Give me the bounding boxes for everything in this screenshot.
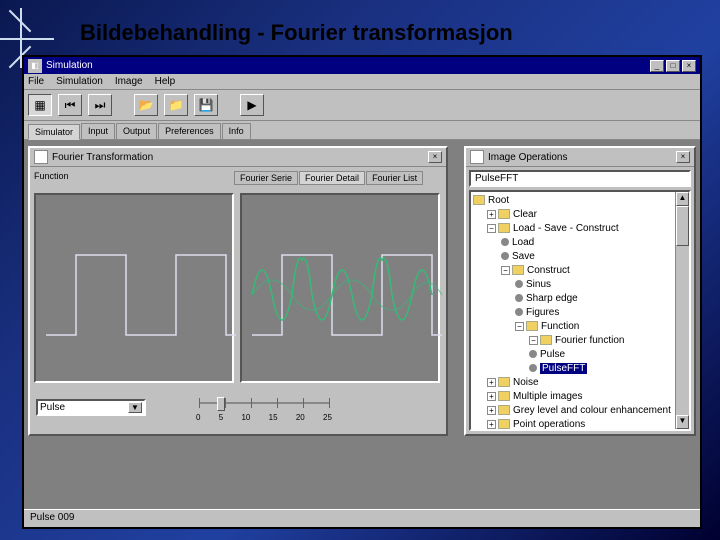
tree-sharp[interactable]: Sharp edge	[473, 292, 687, 306]
selected-operation: PulseFFT	[469, 170, 691, 187]
fourier-panel-title: Fourier Transformation	[52, 152, 153, 163]
window-title: Simulation	[46, 60, 93, 71]
tree-save[interactable]: Save	[473, 250, 687, 264]
fourier-plot	[240, 193, 440, 383]
tree-noise[interactable]: +Noise	[473, 376, 687, 390]
menubar: File Simulation Image Help	[24, 74, 700, 90]
scroll-up-button[interactable]: ▲	[676, 192, 689, 206]
body-area: Fourier Transformation × Function Fourie…	[24, 140, 700, 509]
chevron-down-icon: ▼	[128, 402, 142, 413]
tree-point[interactable]: +Point operations	[473, 418, 687, 431]
tab-fourier-serie[interactable]: Fourier Serie	[234, 171, 298, 185]
tree-load[interactable]: Load	[473, 236, 687, 250]
waveform-select-value: Pulse	[40, 402, 65, 413]
tree-grey[interactable]: +Grey level and colour enhancement	[473, 404, 687, 418]
slider-thumb[interactable]	[217, 397, 225, 411]
tick-label: 0	[196, 413, 200, 422]
function-label: Function	[34, 171, 234, 185]
function-plot	[34, 193, 234, 383]
tick-label: 10	[241, 413, 250, 422]
toolbar-next-button[interactable]: ⏭	[88, 94, 112, 116]
harmonics-slider[interactable]: 0 5 10 15 20 25	[196, 393, 332, 422]
fourier-panel-titlebar: Fourier Transformation ×	[30, 148, 446, 167]
menu-simulation[interactable]: Simulation	[56, 76, 103, 87]
titlebar: ◧ Simulation _ □ ×	[24, 57, 700, 74]
menu-help[interactable]: Help	[155, 76, 176, 87]
page-title: Bildebehandling - Fourier transformasjon	[80, 20, 513, 46]
tree-figures[interactable]: Figures	[473, 306, 687, 320]
tab-output[interactable]: Output	[116, 123, 157, 139]
tab-input[interactable]: Input	[81, 123, 115, 139]
tree-root[interactable]: Root	[473, 194, 687, 208]
toolbar-folder-button[interactable]: 📁	[164, 94, 188, 116]
tree-clear[interactable]: +Clear	[473, 208, 687, 222]
minimize-button[interactable]: _	[650, 60, 664, 72]
tab-info[interactable]: Info	[222, 123, 251, 139]
tree-function[interactable]: −Function	[473, 320, 687, 334]
transform-icon	[34, 150, 48, 164]
tab-preferences[interactable]: Preferences	[158, 123, 221, 139]
operations-close[interactable]: ×	[676, 151, 690, 163]
scroll-thumb[interactable]	[676, 206, 689, 246]
waveform-select[interactable]: Pulse ▼	[36, 399, 146, 416]
tab-fourier-detail[interactable]: Fourier Detail	[299, 171, 365, 185]
tree-construct[interactable]: −Construct	[473, 264, 687, 278]
maximize-button[interactable]: □	[666, 60, 680, 72]
tree-lsc[interactable]: −Load - Save - Construct	[473, 222, 687, 236]
tree-scrollbar[interactable]: ▲ ▼	[675, 192, 689, 429]
tab-fourier-list[interactable]: Fourier List	[366, 171, 423, 185]
close-button[interactable]: ×	[682, 60, 696, 72]
tick-label: 5	[219, 413, 223, 422]
app-window: ◧ Simulation _ □ × File Simulation Image…	[22, 55, 702, 529]
tick-label: 25	[323, 413, 332, 422]
statusbar: Pulse 009	[24, 509, 700, 527]
toolbar-run-button[interactable]: ▶	[240, 94, 264, 116]
operations-titlebar: Image Operations ×	[466, 148, 694, 167]
fourier-panel: Fourier Transformation × Function Fourie…	[28, 146, 448, 436]
operations-icon	[470, 150, 484, 164]
scroll-down-button[interactable]: ▼	[676, 415, 689, 429]
tree-pulse[interactable]: Pulse	[473, 348, 687, 362]
toolbar-sim-button[interactable]: ▦	[28, 94, 52, 116]
menu-image[interactable]: Image	[115, 76, 143, 87]
toolbar: ▦ ⏮ ⏭ 📂 📁 💾 ▶	[24, 90, 700, 121]
operations-panel: Image Operations × PulseFFT Root +Clear …	[464, 146, 696, 436]
operations-tree[interactable]: Root +Clear −Load - Save - Construct Loa…	[469, 190, 691, 431]
toolbar-prev-button[interactable]: ⏮	[58, 94, 82, 116]
fourier-panel-close[interactable]: ×	[428, 151, 442, 163]
tree-multi[interactable]: +Multiple images	[473, 390, 687, 404]
tabs-row: Simulator Input Output Preferences Info	[24, 121, 700, 140]
tree-sinus[interactable]: Sinus	[473, 278, 687, 292]
tree-pulsefft[interactable]: PulseFFT	[473, 362, 687, 376]
operations-title: Image Operations	[488, 152, 568, 163]
tick-label: 20	[296, 413, 305, 422]
menu-file[interactable]: File	[28, 76, 44, 87]
tab-simulator[interactable]: Simulator	[28, 124, 80, 140]
app-icon: ◧	[28, 59, 42, 73]
toolbar-save-button[interactable]: 💾	[194, 94, 218, 116]
toolbar-open-button[interactable]: 📂	[134, 94, 158, 116]
tick-label: 15	[269, 413, 278, 422]
tree-ffunc[interactable]: −Fourier function	[473, 334, 687, 348]
